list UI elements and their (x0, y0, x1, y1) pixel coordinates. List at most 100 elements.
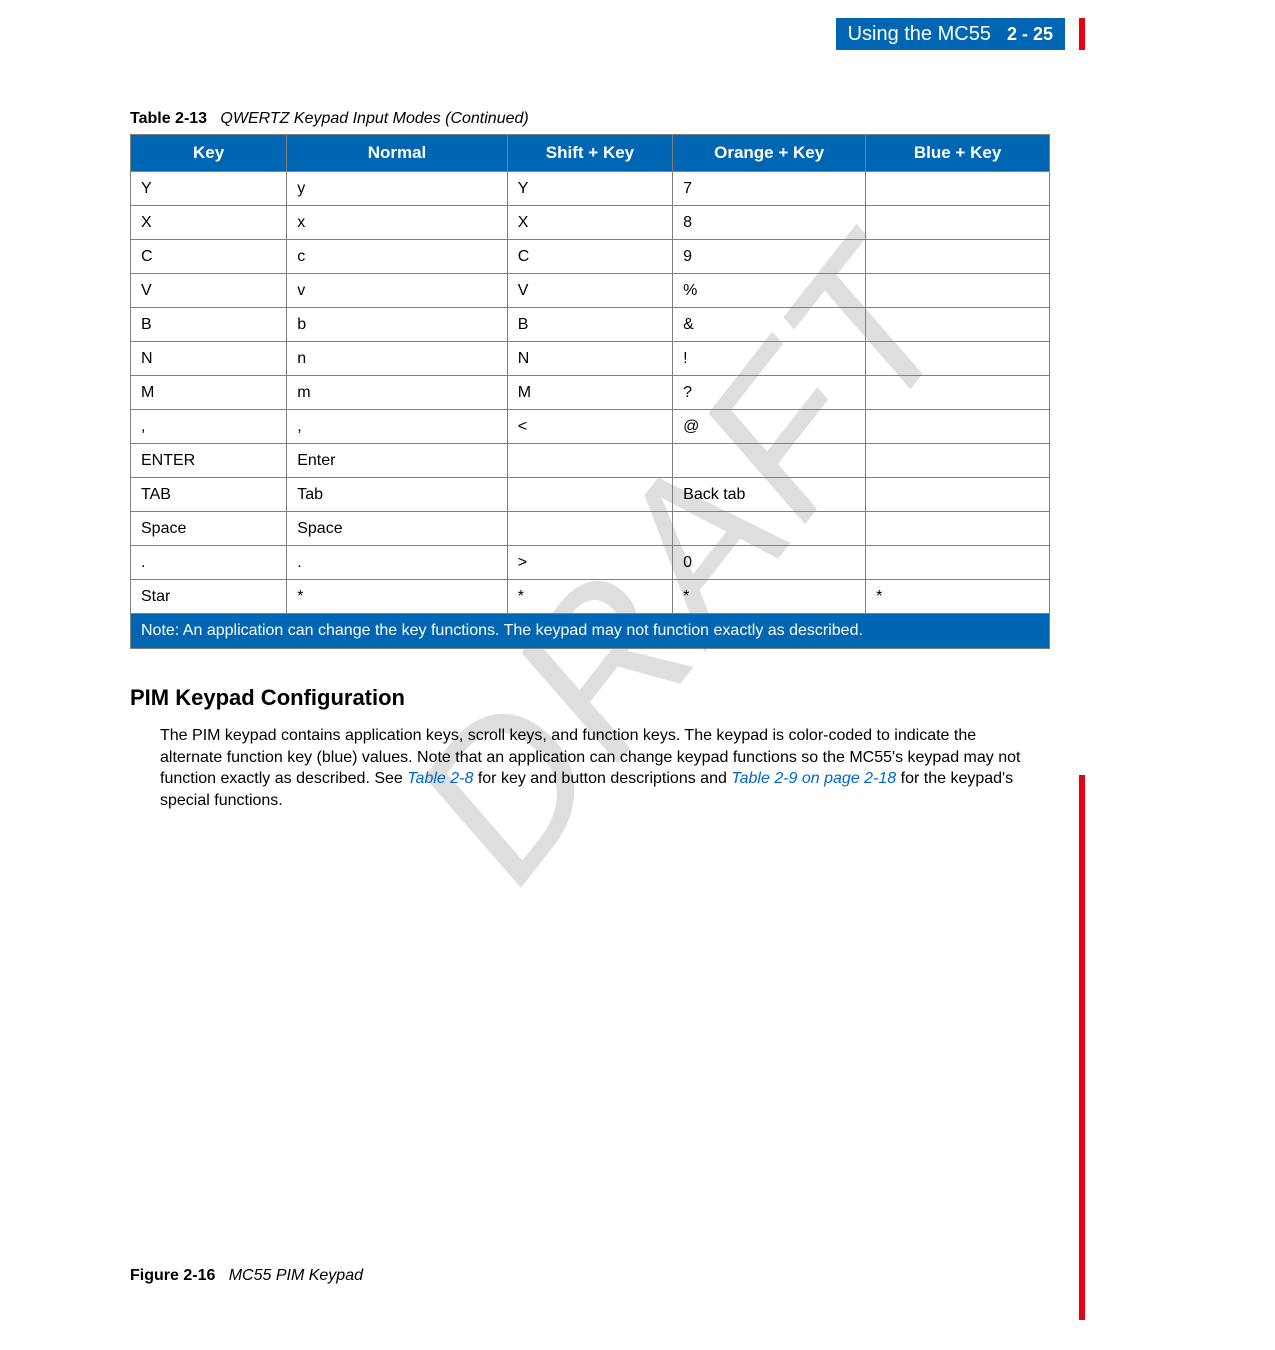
th-normal: Normal (287, 135, 508, 172)
table-row: Star**** (131, 580, 1050, 614)
table-cell: X (131, 206, 287, 240)
table-cell: @ (673, 410, 866, 444)
table-cell: x (287, 206, 508, 240)
table-cell (673, 444, 866, 478)
table-cell (866, 274, 1050, 308)
table-cell: y (287, 172, 508, 206)
table-cell (866, 342, 1050, 376)
header-page-number: 2 - 25 (1007, 24, 1053, 45)
table-cell: V (131, 274, 287, 308)
table-cell: > (507, 546, 672, 580)
table-cell: 0 (673, 546, 866, 580)
table-cell: < (507, 410, 672, 444)
table-cell: , (287, 410, 508, 444)
table-cell: C (131, 240, 287, 274)
table-cell: M (507, 376, 672, 410)
table-cell (866, 444, 1050, 478)
red-stripe-top (1079, 18, 1085, 50)
table-row: TABTab Back tab (131, 478, 1050, 512)
red-stripe-side (1079, 775, 1085, 1320)
table-cell: Tab (287, 478, 508, 512)
table-cell (866, 240, 1050, 274)
table-cell (866, 206, 1050, 240)
table-row: NnN! (131, 342, 1050, 376)
table-note-row: Note: An application can change the key … (131, 614, 1050, 649)
table-cell: 7 (673, 172, 866, 206)
table-cell (866, 376, 1050, 410)
table-cell (866, 512, 1050, 546)
table-cell (507, 512, 672, 546)
table-cell: v (287, 274, 508, 308)
th-orange: Orange + Key (673, 135, 866, 172)
figure-caption: Figure 2-16 MC55 PIM Keypad (130, 1267, 363, 1285)
table-cell: 9 (673, 240, 866, 274)
table-row: SpaceSpace (131, 512, 1050, 546)
table-cell: n (287, 342, 508, 376)
table-cell: N (507, 342, 672, 376)
table-cell: Y (507, 172, 672, 206)
table-cell: 8 (673, 206, 866, 240)
table-cell: . (287, 546, 508, 580)
section-paragraph: The PIM keypad contains application keys… (160, 725, 1040, 811)
table-caption: Table 2-13 QWERTZ Keypad Input Modes (Co… (130, 110, 1050, 128)
table-cell: ! (673, 342, 866, 376)
link-table-2-8[interactable]: Table 2-8 (407, 770, 473, 787)
table-cell: ? (673, 376, 866, 410)
table-row: VvV% (131, 274, 1050, 308)
table-cell: * (507, 580, 672, 614)
table-cell: Star (131, 580, 287, 614)
table-caption-title: QWERTZ Keypad Input Modes (Continued) (220, 110, 528, 127)
table-cell: Space (131, 512, 287, 546)
header-title: Using the MC55 (848, 23, 991, 46)
table-cell: & (673, 308, 866, 342)
link-table-2-9[interactable]: Table 2-9 on page 2-18 (731, 770, 896, 787)
th-key: Key (131, 135, 287, 172)
table-row: MmM? (131, 376, 1050, 410)
table-cell: Enter (287, 444, 508, 478)
table-cell: Space (287, 512, 508, 546)
table-cell: X (507, 206, 672, 240)
figure-title: MC55 PIM Keypad (229, 1267, 363, 1284)
table-cell (866, 478, 1050, 512)
table-cell (866, 172, 1050, 206)
para-mid: for key and button descriptions and (473, 770, 731, 787)
table-cell (866, 308, 1050, 342)
table-cell: M (131, 376, 287, 410)
table-cell: TAB (131, 478, 287, 512)
section-heading: PIM Keypad Configuration (130, 685, 1050, 711)
table-cell: B (131, 308, 287, 342)
table-row: YyY7 (131, 172, 1050, 206)
table-row: ,,<@ (131, 410, 1050, 444)
table-cell: C (507, 240, 672, 274)
table-row: ENTEREnter (131, 444, 1050, 478)
table-cell: ENTER (131, 444, 287, 478)
table-cell (866, 546, 1050, 580)
table-caption-label: Table 2-13 (130, 110, 207, 127)
table-cell: * (673, 580, 866, 614)
th-blue: Blue + Key (866, 135, 1050, 172)
th-shift: Shift + Key (507, 135, 672, 172)
table-cell (507, 444, 672, 478)
table-note: Note: An application can change the key … (131, 614, 1050, 649)
table-cell: N (131, 342, 287, 376)
table-cell: B (507, 308, 672, 342)
table-cell: b (287, 308, 508, 342)
table-cell: Y (131, 172, 287, 206)
table-row: ..>0 (131, 546, 1050, 580)
table-cell: , (131, 410, 287, 444)
table-cell: V (507, 274, 672, 308)
table-cell (507, 478, 672, 512)
table-cell: * (287, 580, 508, 614)
table-cell: % (673, 274, 866, 308)
table-cell: * (866, 580, 1050, 614)
table-row: CcC9 (131, 240, 1050, 274)
table-header-row: Key Normal Shift + Key Orange + Key Blue… (131, 135, 1050, 172)
table-cell: c (287, 240, 508, 274)
table-cell: Back tab (673, 478, 866, 512)
table-cell: m (287, 376, 508, 410)
page-header: Using the MC55 2 - 25 (836, 18, 1065, 50)
table-cell: . (131, 546, 287, 580)
table-cell (866, 410, 1050, 444)
table-row: BbB& (131, 308, 1050, 342)
keypad-table: Key Normal Shift + Key Orange + Key Blue… (130, 134, 1050, 649)
